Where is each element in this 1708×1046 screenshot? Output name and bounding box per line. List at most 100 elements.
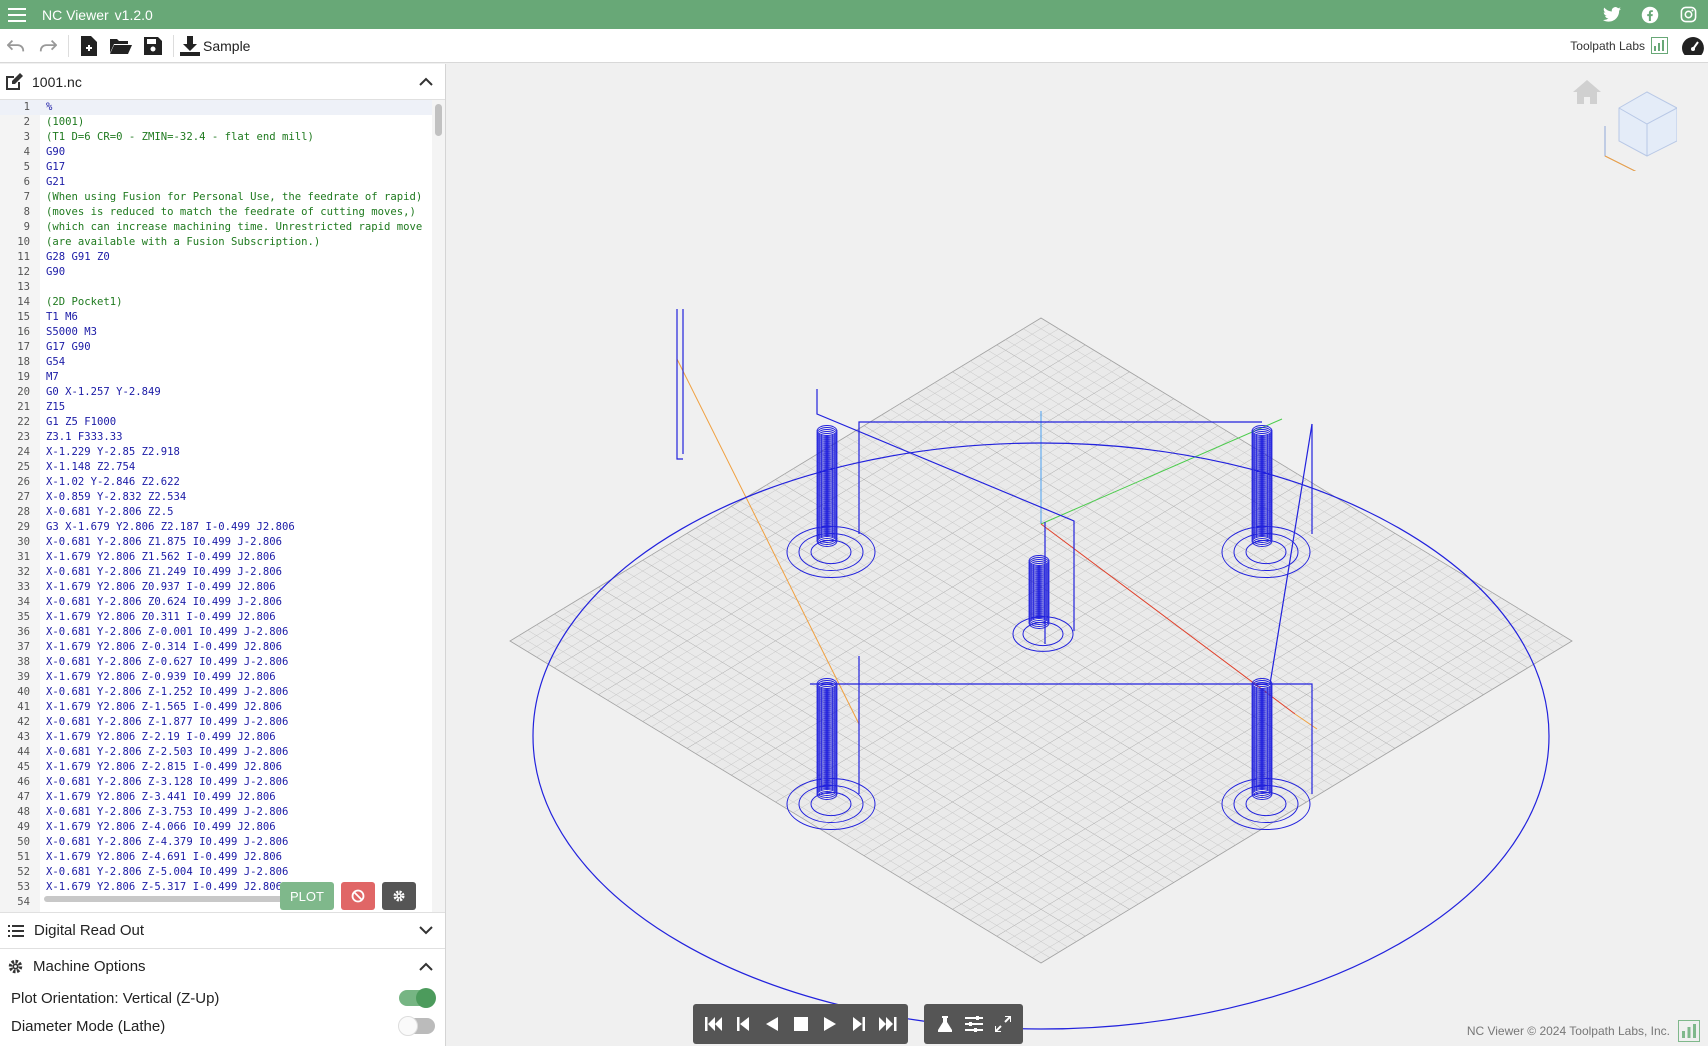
code-line[interactable]: 5 G17 xyxy=(0,160,432,175)
toolpath-labs-link[interactable]: Toolpath Labs xyxy=(1570,36,1704,55)
code-line[interactable]: 52 X-0.681 Y-2.806 Z-5.004 I0.499 J-2.806 xyxy=(0,865,432,880)
save-button[interactable] xyxy=(137,30,169,62)
line-text: G90 xyxy=(46,146,66,158)
code-line[interactable]: 16 S5000 M3 xyxy=(0,325,432,340)
code-line[interactable]: 39 X-1.679 Y2.806 Z-0.939 I0.499 J2.806 xyxy=(0,670,432,685)
code-line[interactable]: 8 (moves is reduced to match the feedrate… xyxy=(0,205,432,220)
line-text: Z3.1 F333.33 xyxy=(46,431,123,443)
code-line[interactable]: 10 (are available with a Fusion Subscript… xyxy=(0,235,432,250)
code-line[interactable]: 15 T1 M6 xyxy=(0,310,432,325)
code-line[interactable]: 12 G90 xyxy=(0,265,432,280)
code-line[interactable]: 33 X-1.679 Y2.806 Z0.937 I-0.499 J2.806 xyxy=(0,580,432,595)
line-text: X-1.679 Y2.806 Z1.562 I-0.499 J2.806 xyxy=(46,551,276,563)
menu-icon[interactable] xyxy=(2,0,32,29)
code-line[interactable]: 46 X-0.681 Y-2.806 Z-3.128 I0.499 J-2.806 xyxy=(0,775,432,790)
code-line[interactable]: 29 G3 X-1.679 Y2.806 Z2.187 I-0.499 J2.80… xyxy=(0,520,432,535)
code-line[interactable]: 28 X-0.681 Y-2.806 Z2.5 xyxy=(0,505,432,520)
code-line[interactable]: 11 G28 G91 Z0 xyxy=(0,250,432,265)
plot-orientation-toggle[interactable] xyxy=(399,988,436,1008)
code-line[interactable]: 4 G90 xyxy=(0,145,432,160)
code-line[interactable]: 48 X-0.681 Y-2.806 Z-3.753 I0.499 J-2.806 xyxy=(0,805,432,820)
twitter-icon[interactable] xyxy=(1600,3,1624,27)
plot-button[interactable]: PLOT xyxy=(280,882,334,910)
redo-button[interactable] xyxy=(32,30,64,62)
digital-read-out-header[interactable]: Digital Read Out xyxy=(0,912,445,948)
chevron-up-icon[interactable] xyxy=(419,962,433,971)
code-line[interactable]: 41 X-1.679 Y2.806 Z-1.565 I-0.499 J2.806 xyxy=(0,700,432,715)
skip-to-end-button[interactable] xyxy=(873,1004,902,1044)
code-line[interactable]: 24 X-1.229 Y-2.85 Z2.918 xyxy=(0,445,432,460)
skip-to-start-button[interactable] xyxy=(699,1004,728,1044)
code-line[interactable]: 21 Z15 xyxy=(0,400,432,415)
code-line[interactable]: 37 X-1.679 Y2.806 Z-0.314 I-0.499 J2.806 xyxy=(0,640,432,655)
code-line[interactable]: 32 X-0.681 Y-2.806 Z1.249 I0.499 J-2.806 xyxy=(0,565,432,580)
code-line[interactable]: 1% xyxy=(0,100,432,115)
code-line[interactable]: 40 X-0.681 Y-2.806 Z-1.252 I0.499 J-2.806 xyxy=(0,685,432,700)
code-line[interactable]: 25 X-1.148 Z2.754 xyxy=(0,460,432,475)
step-back-button[interactable] xyxy=(728,1004,757,1044)
code-line[interactable]: 50 X-0.681 Y-2.806 Z-4.379 I0.499 J-2.806 xyxy=(0,835,432,850)
fullscreen-button[interactable] xyxy=(988,1004,1017,1044)
code-line[interactable]: 34 X-0.681 Y-2.806 Z0.624 I0.499 J-2.806 xyxy=(0,595,432,610)
cancel-button[interactable] xyxy=(341,882,375,910)
line-number: 26 xyxy=(17,476,30,488)
scrollbar-thumb[interactable] xyxy=(435,104,442,136)
code-line[interactable]: 18 G54 xyxy=(0,355,432,370)
view-settings-button[interactable] xyxy=(959,1004,988,1044)
diameter-mode-toggle[interactable] xyxy=(398,1016,435,1036)
code-line[interactable]: 47 X-1.679 Y2.806 Z-3.441 I0.499 J2.806 xyxy=(0,790,432,805)
editor-horizontal-scrollbar[interactable] xyxy=(44,896,284,902)
step-forward-button[interactable] xyxy=(844,1004,873,1044)
code-line[interactable]: 35 X-1.679 Y2.806 Z0.311 I-0.499 J2.806 xyxy=(0,610,432,625)
play-reverse-button[interactable] xyxy=(757,1004,786,1044)
chevron-down-icon[interactable] xyxy=(419,926,433,935)
editor-settings-button[interactable] xyxy=(382,882,416,910)
line-number: 21 xyxy=(17,401,30,413)
file-header[interactable]: 1001.nc xyxy=(0,64,445,100)
code-line[interactable]: 43 X-1.679 Y2.806 Z-2.19 I-0.499 J2.806 xyxy=(0,730,432,745)
instagram-icon[interactable] xyxy=(1676,3,1700,27)
code-line[interactable]: 45 X-1.679 Y2.806 Z-2.815 I-0.499 J2.806 xyxy=(0,760,432,775)
stop-button[interactable] xyxy=(786,1004,815,1044)
undo-button[interactable] xyxy=(0,30,32,62)
code-line[interactable]: 38 X-0.681 Y-2.806 Z-0.627 I0.499 J-2.806 xyxy=(0,655,432,670)
code-line[interactable]: 49 X-1.679 Y2.806 Z-4.066 I0.499 J2.806 xyxy=(0,820,432,835)
code-line[interactable]: 27 X-0.859 Y-2.832 Z2.534 xyxy=(0,490,432,505)
code-line[interactable]: 36 X-0.681 Y-2.806 Z-0.001 I0.499 J-2.806 xyxy=(0,625,432,640)
code-line[interactable]: 9 (which can increase machining time. Unr… xyxy=(0,220,432,235)
code-line[interactable]: 6 G21 xyxy=(0,175,432,190)
3d-viewport[interactable]: NC Viewer © 2024 Toolpath Labs, Inc. xyxy=(447,64,1708,1046)
line-number: 48 xyxy=(17,806,30,818)
chevron-up-icon[interactable] xyxy=(419,77,433,86)
code-line[interactable]: 30 X-0.681 Y-2.806 Z1.875 I0.499 J-2.806 xyxy=(0,535,432,550)
editor-vertical-scrollbar[interactable] xyxy=(432,100,445,912)
code-line[interactable]: 3 (T1 D=6 CR=0 - ZMIN=-32.4 - flat end mi… xyxy=(0,130,432,145)
code-line[interactable]: 17 G17 G90 xyxy=(0,340,432,355)
new-file-button[interactable] xyxy=(73,30,105,62)
line-text: X-0.681 Y-2.806 Z-3.753 I0.499 J-2.806 xyxy=(46,806,289,818)
simulate-button[interactable] xyxy=(930,1004,959,1044)
sample-button[interactable]: Sample xyxy=(180,35,250,56)
code-line[interactable]: 22 G1 Z5 F1000 xyxy=(0,415,432,430)
code-line[interactable]: 20 G0 X-1.257 Y-2.849 xyxy=(0,385,432,400)
play-button[interactable] xyxy=(815,1004,844,1044)
code-line[interactable]: 2 (1001) xyxy=(0,115,432,130)
code-line[interactable]: 13 xyxy=(0,280,432,295)
code-line[interactable]: 31 X-1.679 Y2.806 Z1.562 I-0.499 J2.806 xyxy=(0,550,432,565)
view-cube[interactable] xyxy=(1597,86,1678,177)
code-line[interactable]: 7 (When using Fusion for Personal Use, th… xyxy=(0,190,432,205)
speedometer-icon[interactable] xyxy=(1682,36,1704,55)
line-text: (2D Pocket1) xyxy=(46,296,123,308)
open-file-button[interactable] xyxy=(105,30,137,62)
code-line[interactable]: 19 M7 xyxy=(0,370,432,385)
code-line[interactable]: 23 Z3.1 F333.33 xyxy=(0,430,432,445)
code-line[interactable]: 26 X-1.02 Y-2.846 Z2.622 xyxy=(0,475,432,490)
facebook-icon[interactable] xyxy=(1638,3,1662,27)
code-line[interactable]: 42 X-0.681 Y-2.806 Z-1.877 I0.499 J-2.806 xyxy=(0,715,432,730)
code-editor[interactable]: 1% 2 (1001) 3 (T1 D=6 CR=0 - ZMIN=-32.4 - fl… xyxy=(0,100,445,912)
code-line[interactable]: 14 (2D Pocket1) xyxy=(0,295,432,310)
machine-options-header[interactable]: Machine Options xyxy=(0,948,445,984)
code-line[interactable]: 51 X-1.679 Y2.806 Z-4.691 I-0.499 J2.806 xyxy=(0,850,432,865)
code-line[interactable]: 44 X-0.681 Y-2.806 Z-2.503 I0.499 J-2.806 xyxy=(0,745,432,760)
line-number: 45 xyxy=(17,761,30,773)
